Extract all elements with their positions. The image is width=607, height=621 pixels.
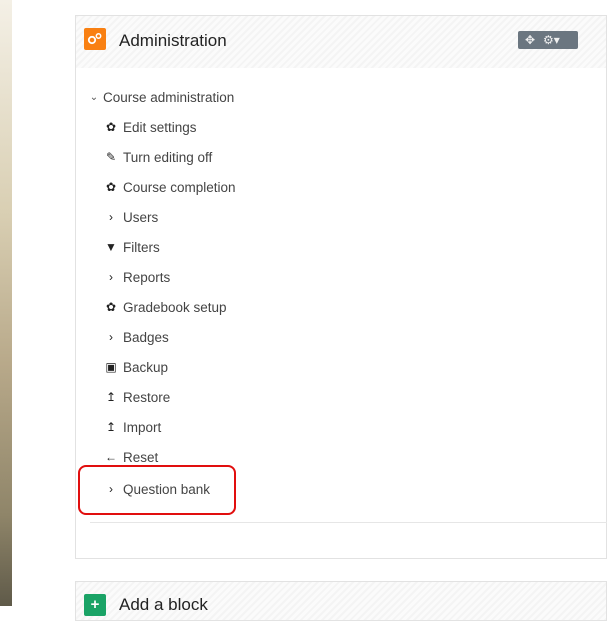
chevron-right-icon: › bbox=[109, 270, 113, 284]
tree-item-users[interactable]: › Users bbox=[104, 206, 158, 228]
tree-item-label: Course administration bbox=[103, 89, 235, 105]
background-image-strip bbox=[0, 0, 12, 606]
chevron-down-icon: ⌄ bbox=[89, 91, 99, 103]
tree-item-label: Users bbox=[123, 209, 159, 225]
gears-icon bbox=[84, 28, 106, 50]
tree-item-backup[interactable]: ▣ Backup bbox=[104, 356, 168, 378]
tree-item-course-administration[interactable]: ⌄ Course administration bbox=[89, 86, 235, 108]
gear-icon: ✿ bbox=[105, 300, 117, 314]
tree-item-label: Badges bbox=[123, 329, 169, 345]
chevron-right-icon: › bbox=[109, 210, 113, 224]
settings-dropdown-icon[interactable]: ⚙▾ bbox=[543, 33, 560, 47]
block-title: Administration bbox=[119, 31, 227, 50]
upload-icon: ↥ bbox=[105, 420, 117, 434]
tree-item-reports[interactable]: › Reports bbox=[104, 266, 170, 288]
tree-item-label: Turn editing off bbox=[123, 149, 213, 165]
tree-item-filters[interactable]: ▼ Filters bbox=[104, 236, 160, 258]
add-block-title[interactable]: Add a block bbox=[119, 595, 208, 615]
move-icon[interactable]: ✥ bbox=[525, 33, 535, 47]
tree-item-restore[interactable]: ↥ Restore bbox=[104, 386, 170, 408]
gear-icon: ✿ bbox=[105, 120, 117, 134]
tree-item-turn-editing-off[interactable]: ✎ Turn editing off bbox=[104, 146, 212, 168]
tree-item-label: Edit settings bbox=[123, 119, 197, 135]
tree-item-label: Reports bbox=[123, 269, 171, 285]
tree-item-label: Filters bbox=[123, 239, 160, 255]
question-bank-highlight bbox=[78, 465, 236, 515]
tree-item-badges[interactable]: › Badges bbox=[104, 326, 169, 348]
arrow-left-icon: ← bbox=[105, 450, 117, 464]
add-block-block: + Add a block bbox=[75, 581, 607, 621]
tree-item-gradebook-setup[interactable]: ✿ Gradebook setup bbox=[104, 296, 227, 318]
filter-icon: ▼ bbox=[105, 240, 117, 254]
tree-item-course-completion[interactable]: ✿ Course completion bbox=[104, 176, 236, 198]
tree-item-import[interactable]: ↥ Import bbox=[104, 416, 161, 438]
file-icon: ▣ bbox=[105, 360, 117, 374]
tree-item-label: Course completion bbox=[123, 179, 236, 195]
tree-item-label: Gradebook setup bbox=[123, 299, 227, 315]
block-controls: ✥ ⚙▾ bbox=[518, 31, 578, 49]
tree-item-label: Import bbox=[123, 419, 162, 435]
tree-item-label: Reset bbox=[123, 449, 159, 465]
tree-item-edit-settings[interactable]: ✿ Edit settings bbox=[104, 116, 197, 138]
chevron-right-icon: › bbox=[109, 330, 113, 344]
gear-icon: ✿ bbox=[105, 180, 117, 194]
plus-icon: + bbox=[84, 594, 106, 616]
tree-item-label: Restore bbox=[123, 389, 171, 405]
tree-item-label: Backup bbox=[123, 359, 169, 375]
administration-block-header: Administration ✥ ⚙▾ bbox=[76, 16, 606, 68]
upload-icon: ↥ bbox=[105, 390, 117, 404]
pencil-icon: ✎ bbox=[105, 150, 117, 164]
divider bbox=[90, 522, 607, 523]
